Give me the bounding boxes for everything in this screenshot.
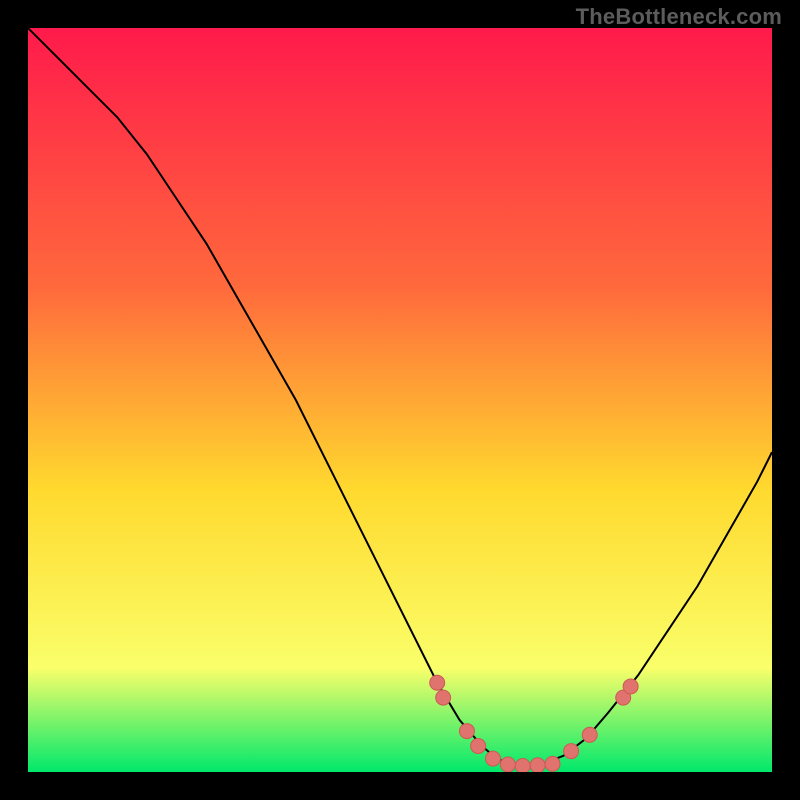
curve-marker [430, 675, 445, 690]
curve-marker [436, 690, 451, 705]
curve-marker [486, 751, 501, 766]
curve-marker [545, 756, 560, 771]
curve-marker [471, 738, 486, 753]
curve-marker [582, 727, 597, 742]
curve-marker [515, 759, 530, 772]
gradient-background [28, 28, 772, 772]
curve-marker [459, 724, 474, 739]
chart-svg [28, 28, 772, 772]
curve-marker [530, 758, 545, 772]
curve-marker [623, 679, 638, 694]
chart-frame: TheBottleneck.com [0, 0, 800, 800]
watermark-text: TheBottleneck.com [576, 4, 782, 30]
plot-area [28, 28, 772, 772]
curve-marker [564, 744, 579, 759]
curve-marker [500, 757, 515, 772]
